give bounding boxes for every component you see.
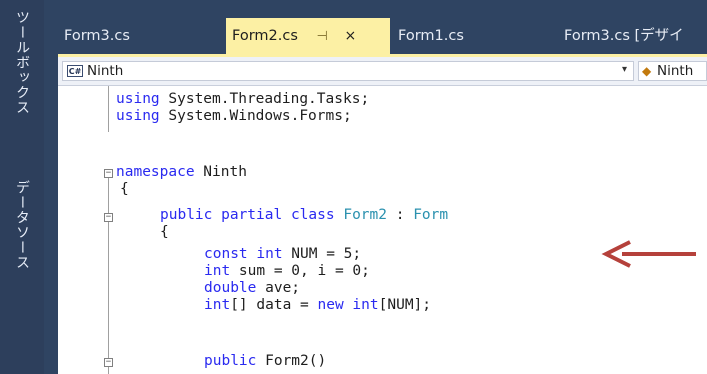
- tab-label: Form3.cs: [64, 28, 130, 44]
- close-icon[interactable]: ×: [344, 28, 356, 44]
- code-editor[interactable]: − − − using System.Threading.Tasks; usin…: [58, 86, 707, 374]
- code-line: double ave;: [204, 280, 301, 296]
- type-name: Ninth: [657, 63, 694, 79]
- tab-label: Form1.cs: [398, 28, 464, 44]
- code-line: public Form2(): [204, 353, 327, 369]
- collapse-namespace-icon[interactable]: −: [104, 169, 113, 178]
- code-line: using System.Windows.Forms;: [116, 108, 352, 124]
- tab-label: Form3.cs [デザイ: [564, 28, 684, 44]
- collapse-class-icon[interactable]: −: [104, 213, 113, 222]
- code-line: using System.Threading.Tasks;: [116, 91, 370, 107]
- project-name: Ninth: [87, 63, 124, 79]
- strip-gap: [44, 0, 58, 374]
- code-line: public partial class Form2 : Form: [160, 207, 449, 223]
- namespace-guide: [108, 178, 109, 374]
- chevron-down-icon: ▾: [621, 64, 627, 75]
- code-line: const int NUM = 5;: [204, 246, 362, 262]
- side-toolstrip: ツールボックス データソース: [0, 0, 44, 374]
- csharp-project-icon: C#: [67, 65, 83, 77]
- collapse-ctor-icon[interactable]: −: [104, 358, 113, 367]
- class-icon: ◆: [642, 64, 652, 78]
- toolbox-tab[interactable]: ツールボックス: [12, 10, 32, 115]
- code-line: {: [120, 181, 129, 197]
- tab-form1-cs[interactable]: Form1.cs: [392, 20, 552, 54]
- tab-form3-designer[interactable]: Form3.cs [デザイ: [558, 20, 707, 54]
- tab-label: Form2.cs: [232, 28, 298, 44]
- code-line: int sum = 0, i = 0;: [204, 263, 370, 279]
- code-line: namespace Ninth: [116, 164, 247, 180]
- code-line: {: [160, 224, 169, 240]
- navigation-bar: C# Ninth ▾ ◆ Ninth: [58, 57, 707, 86]
- pin-icon[interactable]: ⊣: [317, 29, 328, 44]
- datasource-tab[interactable]: データソース: [12, 180, 32, 270]
- type-dropdown[interactable]: ◆ Ninth: [638, 61, 707, 81]
- project-dropdown[interactable]: C# Ninth ▾: [62, 61, 634, 81]
- tab-form2-cs[interactable]: Form2.cs ⊣ ×: [226, 18, 390, 56]
- document-tab-bar: Form3.cs Form2.cs ⊣ × Form1.cs Form3.cs …: [58, 0, 707, 56]
- tab-form3-cs[interactable]: Form3.cs: [58, 20, 228, 54]
- indent-guide: [108, 86, 109, 132]
- code-line: int[] data = new int[NUM];: [204, 297, 432, 313]
- annotation-arrow: [601, 240, 696, 268]
